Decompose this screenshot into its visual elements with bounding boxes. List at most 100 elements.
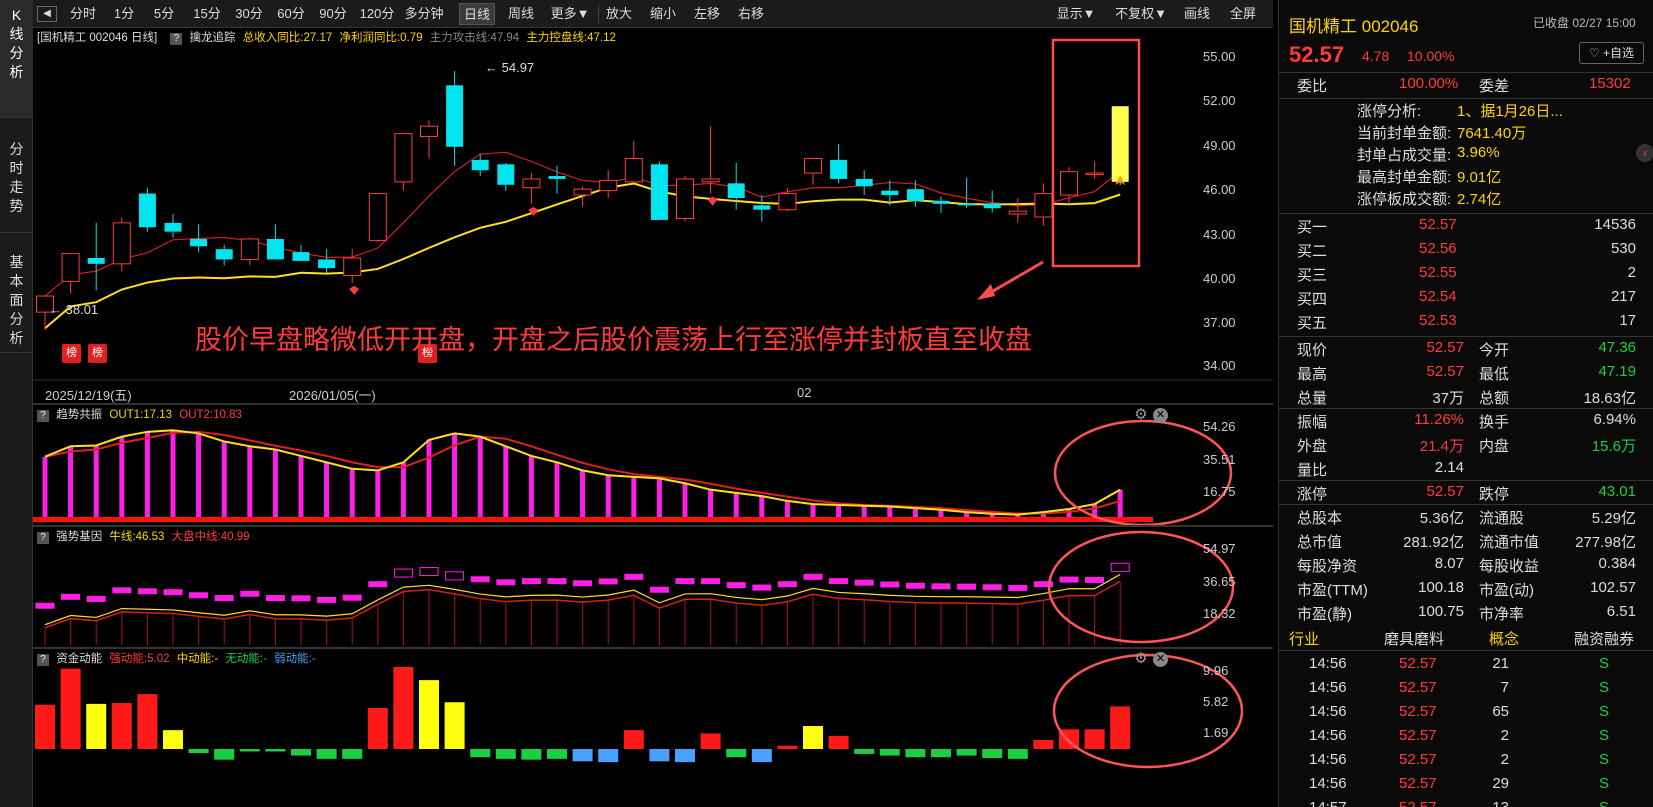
period-120min[interactable]: 120分 [357,3,397,25]
nav-kline[interactable]: K线分析 [0,0,33,118]
close-icon[interactable]: ✕ [1153,408,1168,423]
concept-label[interactable]: 概念 [1489,628,1519,649]
period-multi[interactable]: 多分钟 [401,3,447,25]
tick-volume: 2 [1500,751,1509,768]
stat-value: 15.6万 [1591,438,1636,455]
expand-left-icon[interactable]: ‹ [1636,144,1653,162]
stat-row: 总量 37万 总额 18.63亿 [1279,385,1653,409]
period-1min[interactable]: 1分 [109,3,139,25]
fullscreen-button[interactable]: 全屏 [1225,3,1261,25]
momentum-bar [879,749,900,756]
divider [1279,650,1653,651]
trend-bar [503,446,509,517]
stat-label: 今开 [1479,342,1510,359]
move-right-button[interactable]: 右移 [733,3,769,25]
candle-body [266,238,284,260]
add-watchlist-button[interactable]: ♡ +自选 [1579,42,1644,64]
momentum-bar [470,749,491,758]
stat-label: 市盈(动) [1479,582,1534,599]
stat-value: 5.36亿 [1419,510,1464,527]
tick-time: 14:56 [1309,727,1347,744]
gene-box [957,583,977,590]
candle-body [1111,106,1129,182]
period-90min[interactable]: 90分 [315,3,351,25]
bid-price: 52.54 [1419,288,1457,305]
tick-row: 14:56 52.57 2 S [1279,725,1653,749]
draw-button[interactable]: 画线 [1179,3,1215,25]
candle-body [701,178,720,183]
price-change-pct: 10.00% [1407,48,1455,64]
close-icon[interactable]: ✕ [1153,652,1168,667]
gene-box [368,581,388,588]
billboard-badge[interactable]: 榜 [88,344,107,363]
period-daily[interactable]: 日线 [459,3,495,25]
period-15min[interactable]: 15分 [189,3,225,25]
heart-icon: ♡ [1588,46,1600,60]
nav-fundamental[interactable]: 基本面分析 [0,233,33,353]
y-tick: 52.00 [1203,93,1236,108]
settings-icon[interactable]: ⚙ [1133,407,1149,423]
margin-label[interactable]: 融资融券 [1574,628,1634,649]
stat-value: 8.07 [1434,555,1464,572]
candle-body [599,179,618,192]
period-more[interactable]: 更多▼ [547,3,593,25]
stat-value: 100.75 [1418,603,1464,620]
stat-label: 流通市值 [1479,534,1540,551]
move-left-button[interactable]: 左移 [689,3,725,25]
trend-bar [349,468,355,517]
bid-volume: 2 [1627,264,1636,281]
gene-box [931,583,951,590]
candle-body [420,125,438,138]
zoom-out-button[interactable]: 缩小 [645,3,681,25]
gene-box [829,578,849,585]
gene-box [905,582,925,589]
period-5min[interactable]: 5分 [149,3,179,25]
y-tick: 37.00 [1203,315,1236,330]
gene-box [547,578,567,585]
period-weekly[interactable]: 周线 [503,3,539,25]
trend-bar [400,462,406,517]
zoom-in-button[interactable]: 放大 [601,3,637,25]
gene-box [675,578,695,585]
stat-label: 内盘 [1479,438,1510,455]
collapse-icon[interactable]: ◀ [37,6,57,22]
period-60min[interactable]: 60分 [273,3,309,25]
settings-icon[interactable]: ⚙ [1133,651,1149,667]
tick-side: S [1599,703,1610,720]
stat-label: 外盘 [1297,438,1328,455]
bid-row: 买四 52.54 217 [1279,286,1653,310]
momentum-bar [521,749,542,760]
gene-box [419,567,439,577]
period-fenshi[interactable]: 分时 [65,3,101,25]
industry-value[interactable]: 磨具磨料 [1384,628,1444,649]
y-tick: 36.65 [1203,574,1236,589]
x-tick: 02 [797,385,812,400]
fuquan-menu[interactable]: 不复权▼ [1111,3,1171,25]
limit-info-row: 最高封单金额: 9.01亿 [1279,164,1653,188]
tick-side: S [1599,799,1609,807]
momentum-bar [214,749,235,760]
candle-body [215,249,233,260]
capital-momentum-chart [35,653,1244,769]
gene-box [624,573,644,580]
market-status: 已收盘 02/27 15:00 [1533,16,1636,30]
billboard-badge[interactable]: 榜 [62,344,81,363]
trend-bar [836,504,842,517]
stat-value: 37万 [1432,390,1464,407]
y-tick: 46.00 [1203,182,1236,197]
x-tick: 2025/12/19(五) [45,388,132,403]
gene-box [726,582,746,589]
industry-label[interactable]: 行业 [1289,628,1319,649]
industry-row: 行业 磨具磨料 概念 融资融券 [1279,626,1653,650]
trend-bar [375,470,381,517]
nav-timeshare[interactable]: 分时走势 [0,118,33,233]
momentum-bar [751,749,772,763]
y-tick: 54.26 [1203,419,1236,434]
y-tick: 54.97 [1203,541,1236,556]
display-menu[interactable]: 显示▼ [1053,3,1099,25]
trend-bar [42,456,48,517]
period-30min[interactable]: 30分 [231,3,267,25]
stat-row: 量比 2.14 [1279,457,1653,481]
stat-label: 市盈(静) [1297,606,1352,623]
gene-box [1085,576,1105,583]
